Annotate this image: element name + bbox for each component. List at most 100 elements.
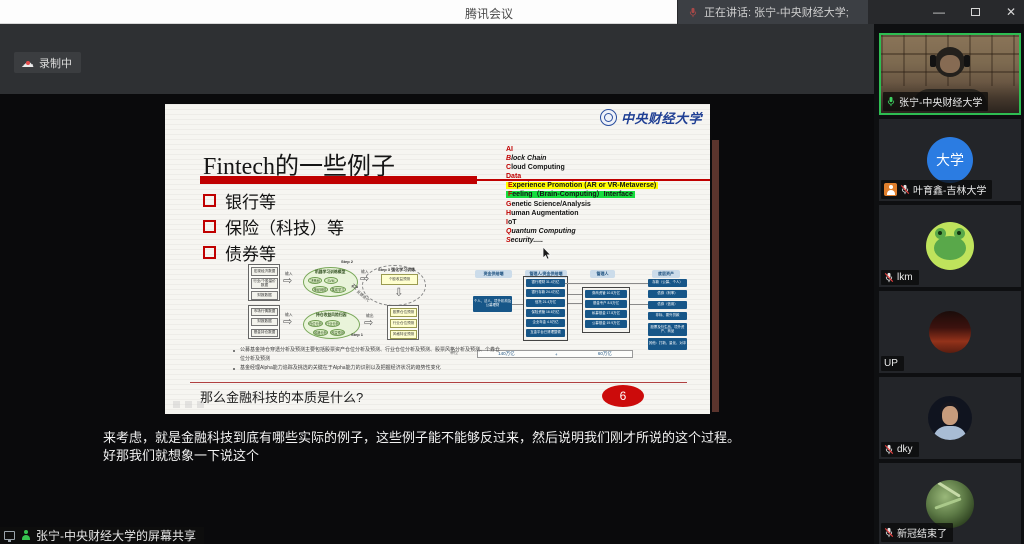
shared-slide: 中央财经大学 Fintech的一些例子 银行等 保险（科技）等 债券等 AI B…	[165, 104, 710, 414]
avatar-plant	[926, 480, 974, 528]
share-banner-text: 张宁-中央财经大学的屏幕共享	[36, 527, 196, 544]
arrow-right-icon: ⇨	[283, 317, 292, 327]
connector-line	[565, 283, 648, 284]
scale-bar: 140万亿 + 60万亿	[477, 350, 633, 358]
presenter-toolbar-ghost	[197, 401, 204, 408]
participant-name: 张宁-中央财经大学	[899, 94, 982, 109]
output-group: 股票仓位预测 行业仓位预测 风格特征预测	[387, 305, 419, 340]
blue-box: 信托 21.4万亿	[526, 299, 565, 307]
mouse-cursor	[542, 247, 552, 260]
participant-tile[interactable]: UP	[879, 291, 1021, 373]
output-box: 风格特征预测	[390, 330, 417, 339]
participant-name-chip: 叶育鑫-吉林大学	[881, 180, 992, 199]
participant-name-chip: 新冠结束了	[881, 523, 953, 542]
presenter-toolbar-ghost	[173, 401, 180, 408]
bullet-item: 保险（科技）等	[203, 214, 344, 239]
tech-item-highlighted-green: Feeling（Brain-Computing）Interface	[506, 190, 658, 199]
recording-badge[interactable]: ☁ 录制中	[14, 52, 81, 73]
connector-line	[568, 294, 582, 295]
funding-source-box: 个人、法人、境外机构及公募理财	[473, 296, 512, 312]
close-button[interactable]: ✕	[998, 0, 1024, 24]
screen-share-stage: ☁ 录制中 中央财经大学 Fintech的一些例子 银行等 保险（科技）等 债券…	[0, 24, 874, 544]
footer-separator	[190, 382, 687, 383]
mic-muted-icon	[884, 272, 894, 283]
speaking-indicator: 正在讲话: 张宁-中央财经大学;	[678, 0, 868, 24]
avatar-shirt	[933, 426, 967, 440]
bullet-item: 银行等	[203, 188, 276, 213]
column-header: 资金供给端	[475, 270, 512, 278]
avatar-frog	[926, 222, 974, 270]
page-number-badge: 6	[602, 385, 644, 407]
tech-item: Genetic Science/Analysis	[506, 200, 658, 209]
speaker-mic-icon	[688, 7, 698, 18]
blue-box: 基金专户 8.5万亿	[585, 300, 627, 308]
tech-item: Block Chain	[506, 154, 658, 163]
blue-box: 私募基金 17.8万亿	[585, 310, 627, 318]
input-box: 市场行情数据	[251, 308, 278, 316]
blue-box: 股票及衍生品、境外资产、商品	[648, 323, 687, 336]
host-badge-icon	[884, 183, 897, 196]
participant-name-chip: dky	[881, 442, 919, 457]
participant-name-chip: 张宁-中央财经大学	[883, 92, 988, 111]
participant-name-chip: lkm	[881, 270, 919, 285]
attr-sub: 收益预测	[330, 329, 345, 336]
participant-tile[interactable]: lkm	[879, 205, 1021, 287]
participant-name: lkm	[897, 272, 913, 283]
participant-tile[interactable]: dky	[879, 377, 1021, 459]
arrow-right-icon: ⇨	[364, 318, 373, 328]
input-box: 行业/个股量价数据	[251, 278, 278, 289]
avatar-photo	[928, 396, 972, 440]
avatar-initials: 大学	[936, 150, 964, 170]
participant-name: UP	[884, 358, 898, 369]
maximize-icon	[971, 8, 980, 16]
mic-on-icon	[886, 96, 896, 107]
university-logo: 中央财经大学	[600, 108, 702, 127]
blue-box: 银行理财 31.4万亿	[526, 279, 565, 287]
maximize-button[interactable]	[962, 0, 988, 24]
attr-sub: 行业分析	[325, 320, 340, 327]
attribution-label: 持仓收益风险归因	[316, 313, 346, 318]
screen-share-banner: 张宁-中央财经大学的屏幕共享	[0, 527, 204, 544]
connector-line	[630, 304, 648, 305]
bullet-square-icon	[203, 220, 216, 233]
blue-box: 互金平台已清理整顿	[526, 329, 565, 337]
note-bullet	[233, 350, 235, 352]
avatar-photo	[929, 311, 971, 353]
blue-box: 其他：打新、量化、对冲	[648, 338, 687, 350]
presenter-icon	[20, 530, 31, 541]
blue-box: 债券（信用）	[648, 301, 687, 309]
input-group-1: 宏观经济数据 行业/个股量价数据 财报数据	[248, 264, 280, 301]
connector-line	[568, 303, 582, 304]
minimize-button[interactable]: —	[926, 0, 952, 24]
bullet-item: 债券等	[203, 240, 276, 265]
leaf	[937, 481, 961, 497]
speaking-text: 正在讲话: 张宁-中央财经大学;	[704, 4, 849, 20]
note-text: 基金经理Alpha能力追踪及挑选的关键在于Alpha能力的识别以及把握经济状况的…	[240, 364, 441, 371]
blue-box: 企业年金 4.5万亿	[526, 319, 565, 327]
tech-item: Cloud Computing	[506, 163, 658, 172]
blue-box: 公募基金 19.9万亿	[585, 320, 627, 328]
ml-sub: SVM	[324, 277, 338, 284]
participant-tile[interactable]: 新冠结束了	[879, 463, 1021, 544]
step2-label: Step 2	[341, 259, 353, 264]
tech-list: AI Block Chain Cloud Computing Data Expe…	[506, 145, 658, 245]
input-box: 宏观经济数据	[251, 267, 278, 276]
arrow-down-icon: ⇨	[394, 287, 404, 296]
tech-item: AI	[506, 145, 658, 154]
participant-name: 叶育鑫-吉林大学	[913, 182, 986, 197]
attr-sub: 风格分析	[313, 329, 328, 336]
title-underline-bar	[200, 176, 477, 184]
note-bullet	[233, 368, 235, 370]
tech-item-highlighted-yellow: Experience Promotion (AR or VR-Metaverse…	[506, 181, 658, 190]
input-box: 财报数据	[251, 291, 278, 300]
shared-screen-edge	[712, 140, 719, 412]
participant-face	[940, 55, 960, 73]
participant-tile-video[interactable]: 张宁-中央财经大学	[879, 33, 1021, 115]
bullet-square-icon	[203, 246, 216, 259]
blue-box: 债券（利率）	[648, 290, 687, 298]
participant-name: dky	[897, 444, 913, 455]
leaf	[934, 497, 961, 509]
participant-tile[interactable]: 大学 叶育鑫-吉林大学	[879, 119, 1021, 201]
attr-sub: 仓位分析	[308, 320, 323, 327]
ml-sub: 集成学习	[330, 286, 346, 293]
